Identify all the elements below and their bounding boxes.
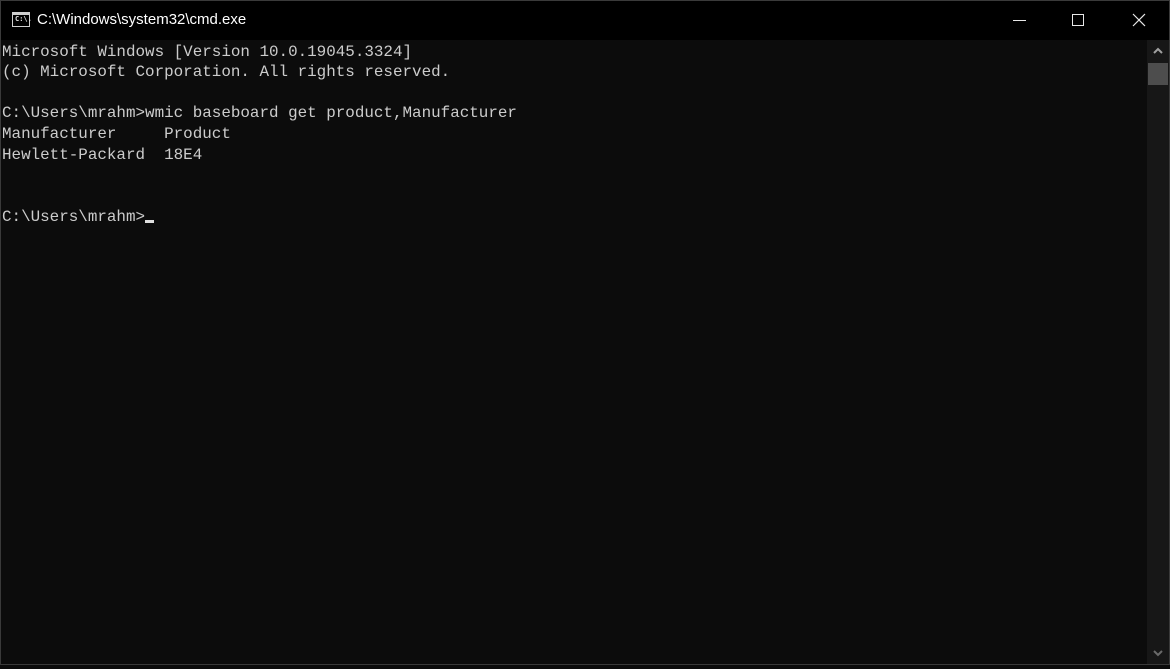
cmd-icon[interactable]: C:\. (12, 12, 32, 27)
minimize-icon (1013, 20, 1026, 21)
vertical-scrollbar[interactable] (1147, 40, 1169, 664)
console-line-version: Microsoft Windows [Version 10.0.19045.33… (2, 43, 413, 61)
scroll-thumb[interactable] (1148, 63, 1168, 85)
cmd-icon-glyph: C:\. (15, 15, 32, 23)
console-line-command: C:\Users\mrahm>wmic baseboard get produc… (2, 104, 517, 122)
chevron-down-icon (1153, 650, 1163, 657)
close-button[interactable] (1109, 1, 1169, 40)
console-line-copyright: (c) Microsoft Corporation. All rights re… (2, 63, 451, 81)
close-icon (1132, 13, 1146, 27)
console-output[interactable]: Microsoft Windows [Version 10.0.19045.33… (1, 40, 1147, 664)
window-title: C:\Windows\system32\cmd.exe (37, 11, 247, 28)
cmd-window: C:\. C:\Windows\system32\cmd.exe Microso… (0, 0, 1170, 665)
text-cursor (145, 220, 155, 223)
table-header-row: Manufacturer Product (2, 125, 231, 143)
scroll-up-button[interactable] (1147, 40, 1169, 62)
maximize-button[interactable] (1048, 1, 1108, 40)
scroll-down-button[interactable] (1147, 642, 1169, 664)
prompt: C:\Users\mrahm> (2, 208, 146, 226)
table-row: Hewlett-Packard 18E4 (2, 146, 203, 164)
minimize-button[interactable] (989, 1, 1049, 40)
console-prompt-line[interactable]: C:\Users\mrahm> (2, 207, 155, 227)
chevron-up-icon (1153, 47, 1163, 54)
title-bar[interactable]: C:\. C:\Windows\system32\cmd.exe (1, 1, 1169, 40)
maximize-icon (1072, 14, 1084, 26)
